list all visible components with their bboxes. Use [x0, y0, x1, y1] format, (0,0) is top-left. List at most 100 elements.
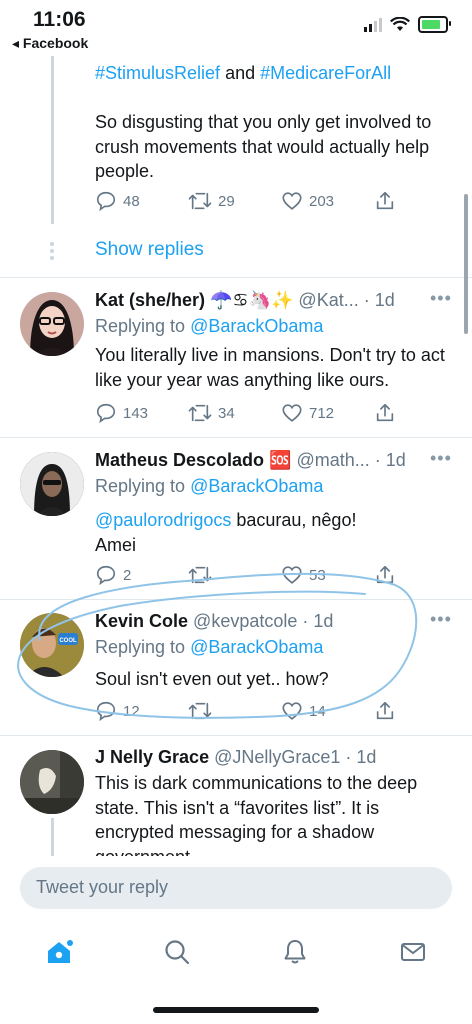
avatar[interactable]: [20, 750, 84, 814]
avatar-kat-image: [20, 292, 84, 356]
tweet-actions: 2 53: [95, 563, 395, 587]
tweet-hashtags: #StimulusRelief and #MedicareForAll: [95, 63, 392, 83]
retweet-button[interactable]: 29: [188, 190, 235, 212]
share-button[interactable]: [374, 564, 396, 586]
display-name[interactable]: Matheus Descolado 🆘: [95, 450, 291, 470]
avatar[interactable]: [20, 292, 84, 356]
heart-icon: [282, 404, 302, 422]
retweet-button[interactable]: 34: [188, 402, 235, 424]
tweet-header: Kat (she/her) ☂️♋🦄✨ @Kat... · 1d: [95, 288, 415, 312]
replying-to: Replying to @BarackObama: [95, 476, 324, 496]
tweet-actions: 12 14: [95, 699, 395, 723]
avatar[interactable]: [20, 452, 84, 516]
reply-icon: [96, 191, 116, 212]
tweet-time: · 1d: [340, 747, 377, 767]
share-button[interactable]: [374, 700, 396, 722]
reply-button[interactable]: 48: [95, 190, 140, 212]
retweet-button[interactable]: [188, 700, 218, 722]
reply-feed: #StimulusRelief and #MedicareForAll So d…: [0, 56, 472, 856]
divider: [0, 599, 472, 600]
replying-to-handle[interactable]: @BarackObama: [190, 316, 323, 336]
like-button[interactable]: 712: [281, 402, 334, 424]
share-button[interactable]: [374, 402, 396, 424]
share-icon: [376, 191, 394, 210]
display-name[interactable]: J Nelly Grace: [95, 747, 209, 767]
share-icon: [376, 701, 394, 720]
share-button[interactable]: [374, 190, 396, 212]
thread-line: [51, 56, 54, 224]
like-count: 53: [309, 566, 326, 584]
user-handle[interactable]: @math...: [296, 450, 369, 470]
more-options-icon[interactable]: •••: [430, 288, 452, 309]
tweet-header: Kevin Cole @kevpatcole · 1d: [95, 609, 415, 633]
tweet-body: This is dark communications to the deep …: [95, 773, 418, 856]
clock: 11:06: [33, 8, 86, 31]
tweet-time: · 1d: [297, 611, 334, 631]
thread-dots: [50, 242, 55, 263]
battery-icon: [418, 16, 451, 33]
display-name[interactable]: Kevin Cole: [95, 611, 188, 631]
retweet-button[interactable]: [188, 564, 218, 586]
heart-icon: [282, 566, 302, 584]
reply-count: 12: [123, 702, 140, 720]
user-handle[interactable]: @Kat...: [298, 290, 358, 310]
replying-to-handle[interactable]: @BarackObama: [190, 637, 323, 657]
tweet-actions: 48 29 203: [95, 189, 395, 213]
like-button[interactable]: 53: [281, 564, 326, 586]
reply-icon: [96, 565, 116, 586]
tab-home[interactable]: [39, 932, 79, 972]
messages-icon: [401, 943, 425, 961]
reply-button[interactable]: 12: [95, 700, 140, 722]
tweet-body: @paulorodrigocs bacurau, nêgo! Amei: [95, 510, 357, 555]
tweet-time: · 1d: [369, 450, 406, 470]
retweet-icon: [188, 404, 212, 422]
replying-to-handle[interactable]: @BarackObama: [190, 476, 323, 496]
tweet-header: Matheus Descolado 🆘 @math... · 1d: [95, 448, 415, 472]
tweet-reply-input[interactable]: Tweet your reply: [20, 867, 452, 909]
home-icon: [48, 940, 73, 963]
retweet-icon: [188, 702, 212, 720]
divider: [0, 735, 472, 736]
reply-count: 143: [123, 404, 149, 422]
tweet-body: Soul isn't even out yet.. how?: [95, 669, 329, 689]
search-icon: [165, 940, 190, 965]
bottom-tab-bar: [0, 920, 472, 984]
hashtag-stimulus-relief[interactable]: #StimulusRelief: [95, 63, 220, 83]
reply-count: 2: [123, 566, 132, 584]
reply-icon: [96, 403, 116, 424]
avatar-badge-text: COOL: [59, 638, 77, 644]
divider: [0, 277, 472, 278]
more-options-icon[interactable]: •••: [430, 448, 452, 469]
show-replies-link[interactable]: Show replies: [95, 239, 204, 261]
tab-messages[interactable]: [393, 932, 433, 972]
mention-link[interactable]: @paulorodrigocs: [95, 510, 231, 530]
like-count: 712: [309, 404, 335, 422]
display-name[interactable]: Kat (she/her) ☂️♋🦄✨: [95, 290, 293, 310]
heart-icon: [282, 192, 302, 210]
like-button[interactable]: 14: [281, 700, 326, 722]
retweet-count: 29: [218, 192, 235, 210]
tab-notifications[interactable]: [275, 932, 315, 972]
divider: [0, 437, 472, 438]
user-handle[interactable]: @JNellyGrace1: [214, 747, 340, 767]
like-button[interactable]: 203: [281, 190, 334, 212]
tab-search[interactable]: [157, 932, 197, 972]
home-indicator[interactable]: [153, 1007, 319, 1013]
reply-button[interactable]: 143: [95, 402, 148, 424]
avatar-matheus-image: [20, 452, 84, 516]
wifi-icon: [390, 17, 410, 31]
retweet-icon: [188, 566, 212, 584]
replying-to: Replying to @BarackObama: [95, 637, 324, 657]
heart-icon: [282, 702, 302, 720]
share-icon: [376, 565, 394, 584]
like-count: 14: [309, 702, 326, 720]
user-handle[interactable]: @kevpatcole: [193, 611, 297, 631]
scrollbar[interactable]: [464, 194, 468, 334]
reply-button[interactable]: 2: [95, 564, 131, 586]
back-to-app-link[interactable]: ◂ Facebook: [12, 35, 88, 52]
avatar[interactable]: COOL: [20, 613, 84, 677]
tweet-header: J Nelly Grace @JNellyGrace1 · 1d: [95, 745, 415, 769]
share-icon: [376, 403, 394, 422]
more-options-icon[interactable]: •••: [430, 609, 452, 630]
hashtag-medicare-for-all[interactable]: #MedicareForAll: [260, 63, 391, 83]
